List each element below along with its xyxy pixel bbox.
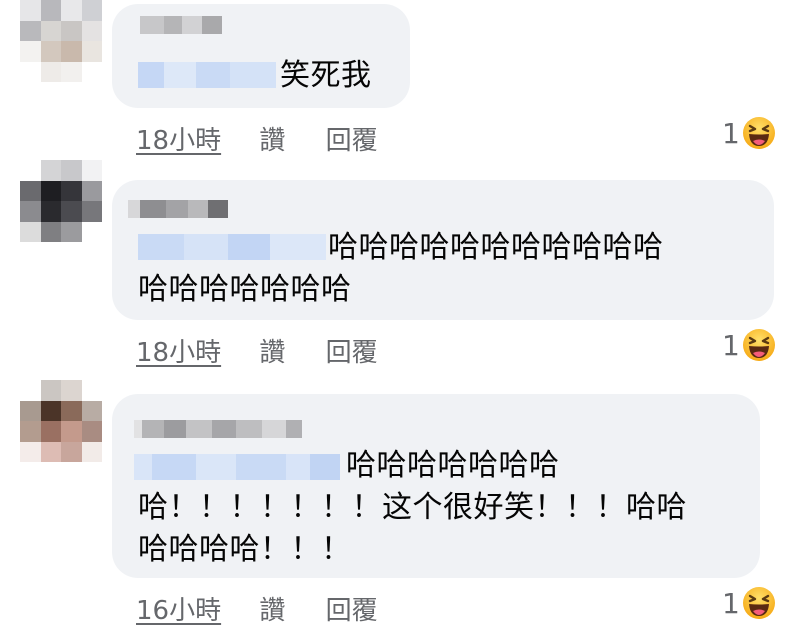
author-name-blurred[interactable]: [128, 200, 228, 218]
comment-text-line-3: 哈哈哈哈！！！: [138, 532, 352, 567]
comment-text-line-1: 哈哈哈哈哈哈哈哈哈哈哈: [328, 230, 664, 265]
reaction-summary[interactable]: 1: [722, 328, 776, 362]
mention-tag-blurred[interactable]: [138, 234, 326, 260]
comment-text-line-2: 哈哈哈哈哈哈哈: [138, 272, 352, 307]
author-name-blurred[interactable]: [140, 16, 222, 34]
reply-button[interactable]: 回覆: [326, 120, 378, 157]
mention-tag-blurred[interactable]: [134, 454, 340, 480]
haha-emoji-icon: [742, 586, 776, 620]
mention-tag-blurred[interactable]: [138, 62, 276, 88]
avatar[interactable]: [20, 0, 102, 82]
comment-text: 笑死我: [280, 58, 372, 93]
reaction-count: 1: [722, 328, 740, 362]
timestamp-link[interactable]: 18小時: [136, 120, 221, 157]
timestamp-link[interactable]: 18小時: [136, 332, 221, 369]
author-name-blurred[interactable]: [134, 420, 302, 438]
comment-actions: 16小時 讚 回覆: [136, 590, 378, 627]
like-button[interactable]: 讚: [259, 590, 285, 627]
comment-actions: 18小時 讚 回覆: [136, 332, 378, 369]
like-button[interactable]: 讚: [259, 120, 285, 157]
haha-emoji-icon: [742, 116, 776, 150]
timestamp-link[interactable]: 16小時: [136, 590, 221, 627]
reaction-summary[interactable]: 1: [722, 116, 776, 150]
reaction-summary[interactable]: 1: [722, 586, 776, 620]
comment-text-line-1: 哈哈哈哈哈哈哈: [346, 448, 560, 483]
haha-emoji-icon: [742, 328, 776, 362]
reply-button[interactable]: 回覆: [326, 590, 378, 627]
comment-actions: 18小時 讚 回覆: [136, 120, 378, 157]
like-button[interactable]: 讚: [259, 332, 285, 369]
reaction-count: 1: [722, 116, 740, 150]
reply-button[interactable]: 回覆: [326, 332, 378, 369]
comment-text-line-2: 哈！！！！！！！这个很好笑！！！哈哈: [138, 490, 687, 525]
avatar[interactable]: [20, 160, 102, 242]
avatar[interactable]: [20, 380, 102, 462]
reaction-count: 1: [722, 586, 740, 620]
